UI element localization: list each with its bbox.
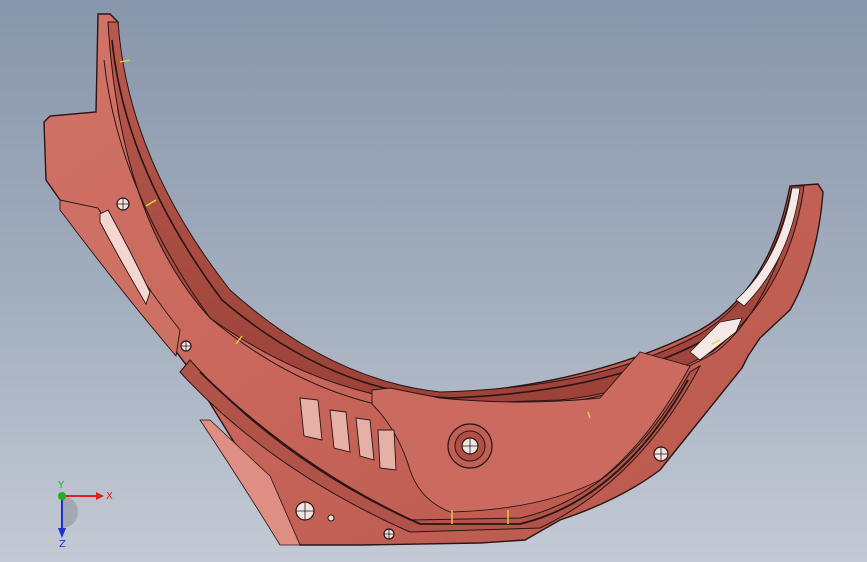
coordinate-triad: X Y Z bbox=[57, 480, 113, 548]
hole-left-upper[interactable] bbox=[116, 197, 130, 211]
hole-bottom-left[interactable] bbox=[295, 501, 315, 521]
hole-right[interactable] bbox=[653, 446, 669, 462]
hole-bottom-small[interactable] bbox=[383, 528, 395, 540]
3d-viewport[interactable]: X Y Z bbox=[0, 0, 867, 562]
hole-center-boss[interactable] bbox=[447, 423, 493, 469]
y-axis-label: Y bbox=[57, 480, 65, 491]
sheet-metal-part-model[interactable] bbox=[0, 0, 867, 562]
central-pocket bbox=[371, 351, 691, 513]
x-axis-label: X bbox=[106, 491, 113, 502]
z-axis-label: Z bbox=[59, 539, 66, 548]
hole-left-tab[interactable] bbox=[180, 340, 192, 352]
hole-bottom-tiny[interactable] bbox=[327, 514, 335, 522]
